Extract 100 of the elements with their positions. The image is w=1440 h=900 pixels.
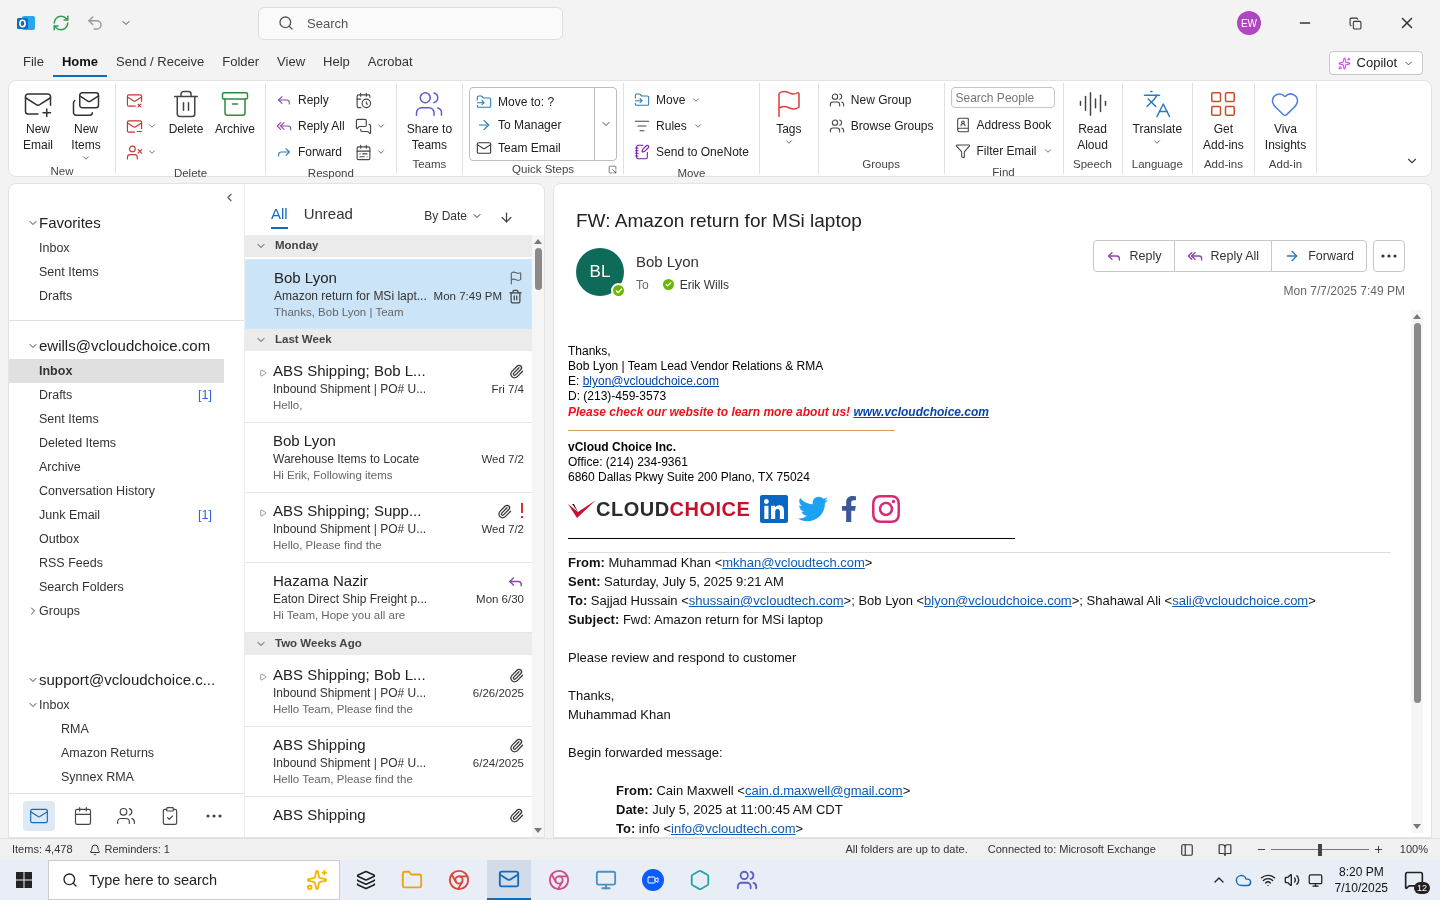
normal-view-icon[interactable] <box>1179 842 1194 857</box>
folder-item[interactable]: Outbox <box>9 527 224 551</box>
folder-item[interactable]: RSS Feeds <box>9 551 224 575</box>
folder-item[interactable]: Synnex RMA <box>9 765 224 789</box>
folder-item[interactable]: Drafts <box>9 284 224 308</box>
scroll-down-arrow-icon[interactable] <box>534 828 542 833</box>
scrollbar[interactable] <box>532 235 544 837</box>
folder-item[interactable]: Amazon Returns <box>9 741 224 765</box>
ribbon-button[interactable]: Archive <box>211 87 259 137</box>
quick-step-button[interactable]: Move to: ? <box>470 90 595 114</box>
mail-app-icon[interactable] <box>498 868 520 890</box>
folder-item[interactable]: Sent Items <box>9 260 224 284</box>
email-link[interactable]: blyon@vcloudchoice.com <box>924 593 1072 608</box>
reading-view-icon[interactable] <box>1217 842 1232 857</box>
camera-icon[interactable] <box>870 493 903 525</box>
ribbon-button[interactable]: Tags <box>765 87 812 147</box>
dialog-launcher-icon[interactable] <box>608 165 618 175</box>
scrollbar[interactable] <box>1411 310 1423 833</box>
folder-item[interactable]: Drafts [1] <box>9 383 224 407</box>
sync-icon[interactable] <box>52 14 70 32</box>
email-link[interactable]: blyon@vcloudchoice.com <box>582 374 719 388</box>
folder-item[interactable]: Inbox <box>9 359 224 383</box>
quick-step-button[interactable]: Team Email <box>470 136 595 160</box>
email-link[interactable]: sali@vcloudchoice.com <box>1172 593 1309 608</box>
menu-tab[interactable]: Send / Receive <box>107 49 214 77</box>
folder-item[interactable]: Inbox <box>9 236 224 260</box>
video-app-icon[interactable] <box>642 869 664 891</box>
scroll-down-arrow-icon[interactable] <box>1413 824 1421 829</box>
sort-direction-icon[interactable] <box>499 210 514 225</box>
ribbon-button[interactable]: Delete <box>163 87 209 137</box>
ribbon-button[interactable]: Send to OneNote <box>630 139 753 165</box>
folder-item[interactable]: Conversation History <box>9 479 224 503</box>
delete-icon[interactable] <box>508 289 523 305</box>
search-people-field[interactable]: Search People <box>950 87 1055 108</box>
copilot-button[interactable]: Copilot <box>1328 51 1423 75</box>
network-icon[interactable] <box>1259 872 1276 888</box>
taskbar-search-field[interactable]: Type here to search <box>48 860 340 900</box>
group-header[interactable]: Two Weeks Ago <box>245 633 532 655</box>
email-link[interactable]: cain.d.maxwell@gmail.com <box>744 783 903 798</box>
ribbon-button[interactable]: Reply All <box>272 113 349 139</box>
account-header[interactable]: support@vcloudchoice.c... <box>9 667 224 693</box>
undo-icon[interactable] <box>86 14 104 32</box>
quick-step-button[interactable]: To Manager <box>470 113 595 137</box>
email-link[interactable]: mkhan@vcloudtech.com <box>722 555 865 570</box>
zoom-slider-thumb[interactable] <box>1317 843 1322 856</box>
menu-tab[interactable]: Help <box>314 49 359 77</box>
ribbon-button[interactable]: New Items <box>63 87 109 163</box>
email-link[interactable]: www.vcloudchoice.com <box>853 405 989 419</box>
ribbon-button[interactable]: New Group <box>824 87 938 113</box>
email-link[interactable]: shussain@vcloudtech.com <box>688 593 844 608</box>
group-header[interactable]: Monday <box>245 235 532 257</box>
ribbon-button[interactable]: Address Book <box>950 112 1057 138</box>
action-button[interactable]: Reply All <box>1173 241 1272 271</box>
restore-icon[interactable] <box>1349 16 1362 30</box>
volume-icon[interactable] <box>1283 872 1300 888</box>
folder-item[interactable]: Search Folders <box>9 575 224 599</box>
folder-item[interactable]: Junk Email [1] <box>9 503 224 527</box>
ribbon-button[interactable]: Read Aloud <box>1069 87 1116 153</box>
ribbon-button[interactable]: Translate <box>1128 87 1187 147</box>
hexagon-app-icon[interactable] <box>689 869 711 891</box>
ribbon-button[interactable]: Viva Insights <box>1260 87 1311 153</box>
flag-icon[interactable] <box>509 271 523 285</box>
folder-item[interactable]: Deleted Items <box>9 431 224 455</box>
folder-item[interactable]: Groups <box>9 599 224 623</box>
menu-tab[interactable]: View <box>268 49 315 77</box>
outlook-logo-icon[interactable] <box>16 13 36 33</box>
action-button[interactable]: Forward <box>1271 241 1366 271</box>
expand-triangle-icon[interactable] <box>259 369 267 377</box>
folder-item[interactable]: Inbox <box>9 693 224 717</box>
remote-desktop-icon[interactable] <box>595 869 617 891</box>
ribbon-button[interactable]: Filter Email <box>950 138 1057 164</box>
ribbon-button[interactable]: New Email <box>15 87 61 153</box>
teams-icon[interactable] <box>736 869 758 891</box>
ribbon-button[interactable]: Forward <box>272 139 349 165</box>
ribbon-button[interactable]: Browse Groups <box>824 113 938 139</box>
account-header[interactable]: Favorites <box>9 210 224 236</box>
browser-icon[interactable] <box>548 869 570 891</box>
ribbon-button[interactable]: Get Add-ins <box>1199 87 1248 153</box>
scrollbar-thumb[interactable] <box>534 248 542 290</box>
ribbon-button[interactable]: Share to Teams <box>402 87 457 153</box>
folder-item[interactable]: Archive <box>9 455 224 479</box>
ribbon-button[interactable]: Rules <box>630 113 753 139</box>
user-avatar[interactable]: EW <box>1237 11 1261 35</box>
filter-tab[interactable]: All <box>271 202 288 229</box>
menu-tab[interactable]: Folder <box>213 49 269 77</box>
task-view-icon[interactable] <box>356 870 376 890</box>
scrollbar-thumb[interactable] <box>1413 323 1421 703</box>
linkedin-icon[interactable] <box>758 493 791 525</box>
scroll-up-arrow-icon[interactable] <box>1413 314 1421 319</box>
folder-item[interactable]: RMA <box>9 717 224 741</box>
ribbon-button[interactable]: Reply <box>272 87 349 113</box>
folder-item[interactable]: Sent Items <box>9 407 224 431</box>
scroll-up-arrow-icon[interactable] <box>534 239 542 244</box>
action-button[interactable]: Reply <box>1093 241 1174 271</box>
email-link[interactable]: info@vcloudtech.com <box>671 821 796 836</box>
sort-button[interactable]: By Date <box>424 207 483 225</box>
zoom-in-icon[interactable] <box>1372 844 1384 855</box>
account-header[interactable]: ewills@vcloudchoice.com <box>9 333 224 359</box>
browser-icon[interactable] <box>448 869 470 891</box>
display-icon[interactable] <box>1307 872 1323 888</box>
